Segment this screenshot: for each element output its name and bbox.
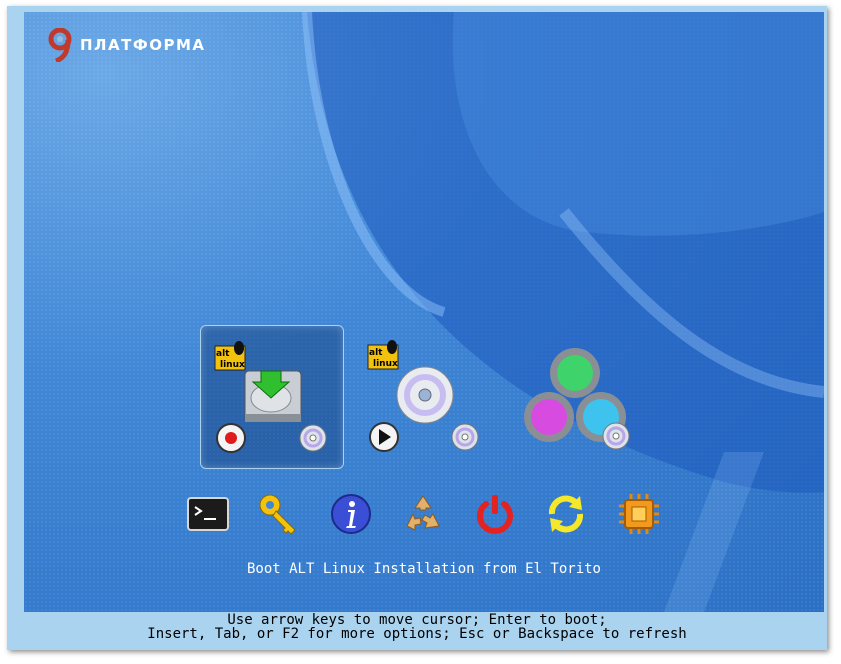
key-icon — [259, 494, 296, 535]
svg-text:alt: alt — [369, 348, 383, 358]
boot-screen: ПЛАТФОРМА alt linux alt linux Boot ALT L… — [24, 12, 824, 612]
info-button[interactable] — [329, 492, 373, 536]
refresh-button[interactable] — [544, 492, 588, 536]
alt-linux-badge-icon: alt linux — [367, 340, 399, 370]
platforma-nine-icon — [48, 28, 72, 62]
cdrom-icon — [299, 424, 327, 452]
boot-entry-install[interactable]: alt linux — [200, 325, 344, 469]
tool-icons-row — [24, 492, 824, 538]
refresh-icon — [548, 495, 584, 533]
svg-text:linux: linux — [373, 359, 398, 369]
chip-icon — [619, 494, 659, 534]
recycle-icon — [406, 495, 440, 531]
hard-disk-install-icon — [244, 370, 302, 422]
svg-text:alt: alt — [216, 349, 230, 359]
boot-entry-other[interactable] — [516, 325, 658, 467]
help-line-2: Insert, Tab, or F2 for more options; Esc… — [147, 626, 687, 642]
alt-linux-badge-icon: alt linux — [214, 341, 246, 371]
terminal-button[interactable] — [186, 492, 230, 536]
help-text: Use arrow keys to move cursor; Enter to … — [17, 606, 817, 641]
recycle-button[interactable] — [401, 492, 445, 536]
power-icon — [477, 495, 513, 534]
record-icon — [216, 423, 246, 453]
terminal-icon — [187, 497, 229, 531]
key-button[interactable] — [257, 492, 301, 536]
play-icon — [369, 422, 399, 452]
svg-text:linux: linux — [220, 360, 245, 370]
power-button[interactable] — [473, 492, 517, 536]
help-line-1: Use arrow keys to move cursor; Enter to … — [227, 612, 607, 628]
cdrom-icon — [602, 422, 630, 450]
info-icon — [331, 494, 371, 534]
platforma-logo: ПЛАТФОРМА — [48, 28, 206, 62]
window-frame: ПЛАТФОРМА alt linux alt linux Boot ALT L… — [7, 6, 827, 650]
boot-entry-live[interactable]: alt linux — [358, 325, 500, 467]
selected-entry-caption: Boot ALT Linux Installation from El Tori… — [246, 561, 601, 577]
cdrom-icon — [451, 423, 479, 451]
logo-text: ПЛАТФОРМА — [80, 36, 206, 54]
cd-disc-icon — [396, 366, 454, 424]
chip-button[interactable] — [617, 492, 661, 536]
